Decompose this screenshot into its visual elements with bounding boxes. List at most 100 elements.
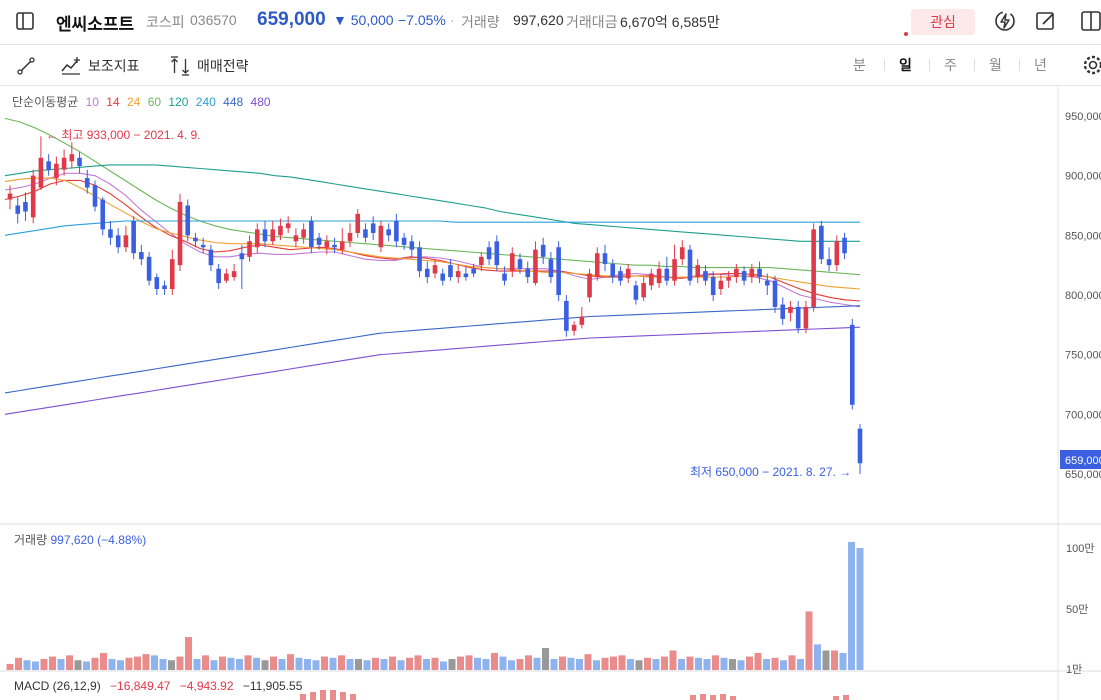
- volume-bar: [482, 659, 490, 670]
- favorite-button[interactable]: 관심: [911, 9, 975, 35]
- candle-body: [664, 268, 670, 281]
- candle-body: [339, 241, 345, 250]
- current-price: 659,000: [257, 9, 326, 30]
- volume-tick-label: 1만: [1066, 663, 1082, 676]
- volume-bar: [312, 660, 320, 670]
- edit-icon[interactable]: [1035, 10, 1057, 32]
- draw-line-icon[interactable]: [16, 56, 36, 76]
- change-rate: −7.05%: [398, 12, 446, 28]
- candle-body: [46, 161, 51, 170]
- candle-body: [100, 199, 106, 230]
- stock-chart[interactable]: 950,000 900,000 850,000 800,000 750,000 700,0…: [0, 86, 1101, 700]
- period-week[interactable]: 주: [944, 55, 957, 75]
- candle-body: [517, 259, 523, 269]
- period-separator: [1019, 59, 1020, 71]
- candle-body: [602, 253, 608, 264]
- candle-body: [749, 268, 755, 278]
- volume-bar: [669, 650, 677, 670]
- candle-body: [564, 300, 569, 331]
- settings-icon[interactable]: [1082, 54, 1101, 76]
- volume-legend-label: 거래량: [14, 533, 48, 547]
- candle-body: [316, 237, 322, 245]
- macd-bar: [300, 694, 306, 700]
- candle-body: [208, 249, 214, 266]
- volume-bar: [474, 657, 481, 670]
- candle-body: [556, 247, 561, 295]
- volume-bar: [729, 659, 736, 670]
- macd-bar: [320, 690, 326, 700]
- indicator-icon[interactable]: [60, 56, 82, 76]
- period-separator: [974, 59, 975, 71]
- volume-bar: [176, 656, 184, 670]
- indicator-button[interactable]: 보조지표: [88, 56, 140, 76]
- candle-body: [502, 273, 507, 281]
- strategy-icon[interactable]: [168, 56, 192, 76]
- candle-body: [842, 237, 847, 254]
- volume-tick-label: 100만: [1066, 542, 1094, 555]
- candle-body: [587, 273, 592, 298]
- side-panel-icon[interactable]: [16, 12, 34, 30]
- candle-body: [849, 324, 855, 405]
- volume-bar: [661, 656, 668, 670]
- period-day[interactable]: 일: [899, 55, 912, 75]
- macd-bar: [310, 692, 316, 700]
- volume-bar: [788, 655, 796, 670]
- candle-body: [185, 205, 191, 236]
- candle-body: [703, 271, 708, 281]
- macd-legend: MACD (26,12,9) −16,849.47 −4,943.92 −11,…: [14, 679, 308, 693]
- volume-bar: [746, 656, 753, 670]
- strategy-button[interactable]: 매매전략: [197, 56, 249, 76]
- amount-value: 6,670억 6,585만: [620, 14, 720, 30]
- volume-bar: [49, 656, 56, 670]
- candle-body: [795, 306, 801, 329]
- high-annotation: ← 최고 933,000 − 2021. 4. 9.: [46, 128, 201, 142]
- candle-body: [262, 229, 268, 242]
- candle-body: [741, 271, 747, 281]
- volume-bar: [329, 657, 337, 670]
- low-annotation: 최저 650,000 − 2021. 8. 27. →: [690, 465, 851, 479]
- volume-bar: [57, 659, 65, 670]
- candle-body: [301, 229, 306, 238]
- candle-body: [548, 259, 554, 278]
- candle-body: [231, 271, 237, 278]
- layout-icon[interactable]: [1080, 10, 1101, 32]
- volume-bar: [465, 655, 473, 670]
- period-separator: [929, 59, 930, 71]
- candle-body: [695, 265, 701, 278]
- period-minute[interactable]: 분: [853, 55, 866, 75]
- candle-body: [332, 244, 337, 248]
- candle-body: [494, 241, 500, 266]
- volume-bar: [635, 660, 643, 670]
- volume-value: 997,620: [513, 12, 564, 28]
- volume-bar: [491, 652, 498, 670]
- volume-bar: [142, 654, 150, 670]
- volume-bar: [406, 657, 413, 670]
- candle-body: [509, 253, 515, 272]
- y-tick-label: 800,000: [1065, 290, 1101, 302]
- y-tick-label: 650,000: [1065, 469, 1101, 481]
- candle-body: [764, 280, 770, 286]
- candle-body: [154, 277, 160, 290]
- period-year[interactable]: 년: [1034, 55, 1047, 75]
- volume-bar: [32, 661, 39, 670]
- candle-body: [61, 157, 67, 170]
- active-period-dot: [904, 32, 908, 36]
- volume-bar: [278, 659, 286, 670]
- candle-body: [803, 306, 809, 329]
- candle-body: [108, 229, 113, 238]
- macd-bar: [690, 695, 696, 700]
- candle-body: [131, 221, 136, 254]
- candle-body: [69, 154, 75, 162]
- macd-bar: [833, 696, 839, 700]
- volume-bar: [6, 663, 14, 670]
- volume-bar: [15, 657, 22, 670]
- volume-bar: [440, 661, 447, 670]
- macd-value-3: −11,905.55: [242, 679, 303, 693]
- current-price-tag-text: 659,000: [1065, 455, 1101, 467]
- volume-bar: [805, 611, 813, 670]
- candle-body: [857, 428, 863, 464]
- period-month[interactable]: 월: [989, 55, 1002, 75]
- stock-code: 036570: [190, 12, 237, 28]
- lightning-icon[interactable]: [994, 10, 1016, 32]
- candle-body: [77, 157, 82, 167]
